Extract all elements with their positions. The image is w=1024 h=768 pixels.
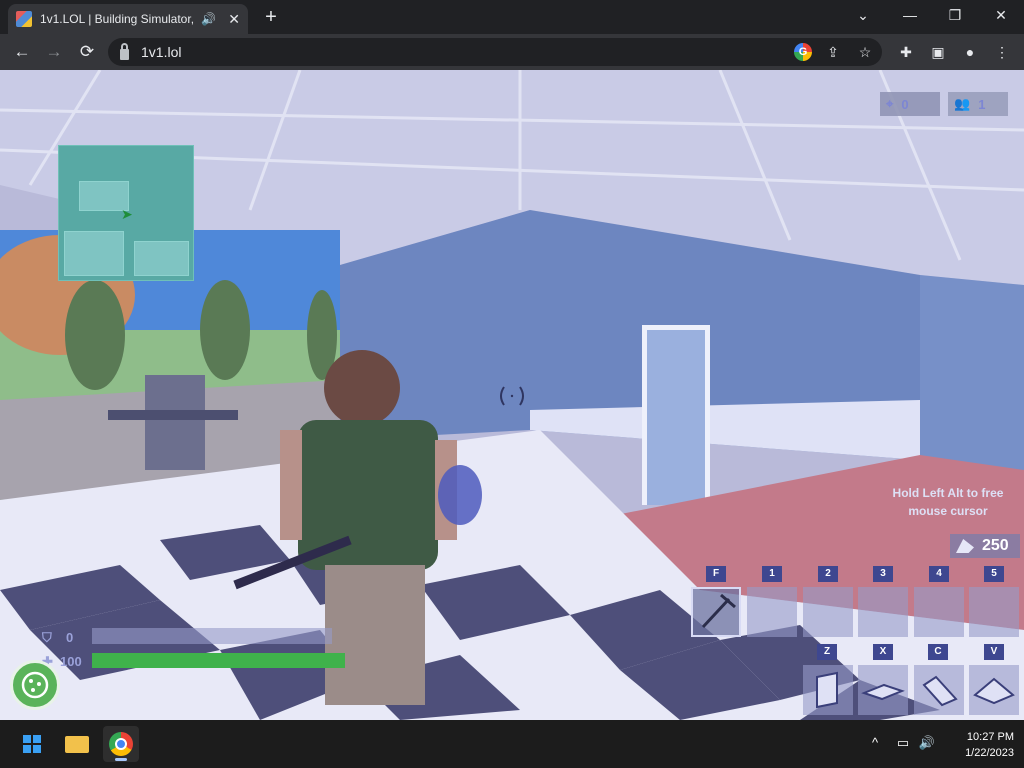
slot-key-2: 2	[818, 566, 838, 582]
build-cone-slot[interactable]	[969, 665, 1019, 715]
share-icon[interactable]: ⇪	[824, 43, 842, 61]
close-tab-button[interactable]: ✕	[228, 11, 240, 28]
cookie-settings-button[interactable]	[10, 660, 60, 710]
chrome-taskbar-button[interactable]	[103, 726, 139, 762]
bookmark-star-icon[interactable]: ☆	[856, 43, 874, 61]
site-favicon-icon	[16, 11, 32, 27]
cookie-icon	[21, 671, 49, 699]
hint-line-2: mouse cursor	[908, 504, 988, 518]
crosshair-icon	[500, 386, 524, 406]
build-key-x: X	[873, 644, 893, 660]
build-key-c: C	[928, 644, 948, 660]
hint-line-1: Hold Left Alt to free	[892, 486, 1004, 500]
chrome-icon	[109, 732, 133, 756]
hotbar-slot-5[interactable]	[969, 587, 1019, 637]
network-icon[interactable]: ▭	[894, 734, 912, 752]
free-cursor-hint: Hold Left Alt to free mouse cursor	[880, 484, 1016, 520]
speaker-icon[interactable]: 🔊	[201, 12, 216, 26]
slot-key-f: F	[706, 566, 726, 582]
active-indicator	[115, 758, 127, 761]
eliminations-value: 0	[901, 96, 909, 112]
build-stairs-slot[interactable]	[914, 665, 964, 715]
extensions-icon[interactable]: ✚	[896, 42, 916, 62]
back-button[interactable]: ←	[11, 41, 33, 63]
minimap-room	[134, 241, 189, 276]
chevron-up-icon[interactable]: ^	[866, 734, 884, 752]
wood-material-icon	[956, 539, 974, 553]
players-counter: 👥 1	[948, 92, 1008, 116]
players-icon: 👥	[954, 96, 971, 111]
hotbar-slot-pickaxe[interactable]	[691, 587, 741, 637]
profile-icon[interactable]: ●	[960, 42, 980, 62]
tab-search-button[interactable]: ⌄	[848, 4, 878, 26]
file-explorer-button[interactable]	[59, 726, 95, 762]
shield-bar	[92, 628, 332, 644]
browser-toolbar: ← → ⟳ 1v1.lol G ⇪ ☆ ✚ ▣ ● ⋮	[0, 34, 1024, 70]
menu-icon[interactable]: ⋮	[992, 42, 1012, 62]
slot-key-3: 3	[873, 566, 893, 582]
pickaxe-icon	[701, 593, 736, 629]
player-marker-icon: ➤	[121, 206, 133, 222]
lock-icon[interactable]	[120, 42, 129, 60]
slot-key-5: 5	[984, 566, 1004, 582]
materials-value: 250	[982, 537, 1009, 554]
crosshair-icon: ⌖	[886, 96, 894, 111]
players-value: 1	[978, 96, 986, 112]
hotbar-slot-2[interactable]	[803, 587, 853, 637]
system-clock[interactable]: 10:27 PM 1/22/2023	[946, 729, 1014, 761]
google-lens-icon[interactable]: G	[794, 43, 812, 61]
restore-button[interactable]: ❐	[940, 4, 970, 26]
game-canvas[interactable]: ➤ ⌖ 0 👥 1 Hold Left Alt to free mouse cu…	[0, 70, 1024, 720]
stairs-icon	[922, 675, 958, 707]
clock-time: 10:27 PM	[966, 731, 1014, 743]
health-bar	[92, 653, 345, 668]
hotbar-slot-1[interactable]	[747, 587, 797, 637]
slot-key-1: 1	[762, 566, 782, 582]
start-icon	[23, 735, 41, 753]
slot-key-4: 4	[929, 566, 949, 582]
minimap-room	[64, 231, 124, 276]
hotbar-slot-3[interactable]	[858, 587, 908, 637]
volume-icon[interactable]: 🔊	[918, 734, 936, 752]
build-key-z: Z	[817, 644, 837, 660]
url-text[interactable]: 1v1.lol	[141, 44, 181, 60]
tab-strip: 1v1.LOL | Building Simulator, 🔊 ✕ + ⌄ — …	[0, 0, 1024, 34]
eliminations-counter: ⌖ 0	[880, 92, 940, 116]
reload-button[interactable]: ⟳	[76, 41, 98, 63]
address-bar[interactable]: 1v1.lol G ⇪ ☆	[108, 38, 882, 66]
minimize-button[interactable]: —	[895, 4, 925, 26]
new-tab-button[interactable]: +	[260, 6, 282, 28]
taskbar: ^ ▭ 🔊 10:27 PM 1/22/2023	[0, 720, 1024, 768]
health-value: 100	[60, 654, 82, 669]
materials-counter: 250	[950, 534, 1020, 558]
forward-button[interactable]: →	[43, 41, 65, 63]
cone-icon	[973, 677, 1015, 705]
hotbar-slot-4[interactable]	[914, 587, 964, 637]
tab-title: 1v1.LOL | Building Simulator,	[39, 12, 195, 26]
file-explorer-icon	[65, 736, 89, 753]
build-wall-slot[interactable]	[803, 665, 853, 715]
shield-value: 0	[66, 630, 74, 645]
browser-tab[interactable]: 1v1.LOL | Building Simulator, 🔊 ✕	[8, 4, 248, 34]
clock-date: 1/22/2023	[965, 747, 1014, 759]
shield-icon: ⛉	[42, 630, 52, 645]
minimap: ➤	[58, 145, 194, 281]
close-window-button[interactable]: ✕	[986, 4, 1016, 26]
wall-icon	[816, 671, 838, 709]
build-floor-slot[interactable]	[858, 665, 908, 715]
sidebar-icon[interactable]: ▣	[928, 42, 948, 62]
build-key-v: V	[984, 644, 1004, 660]
floor-icon	[861, 683, 905, 701]
start-button[interactable]	[14, 726, 50, 762]
